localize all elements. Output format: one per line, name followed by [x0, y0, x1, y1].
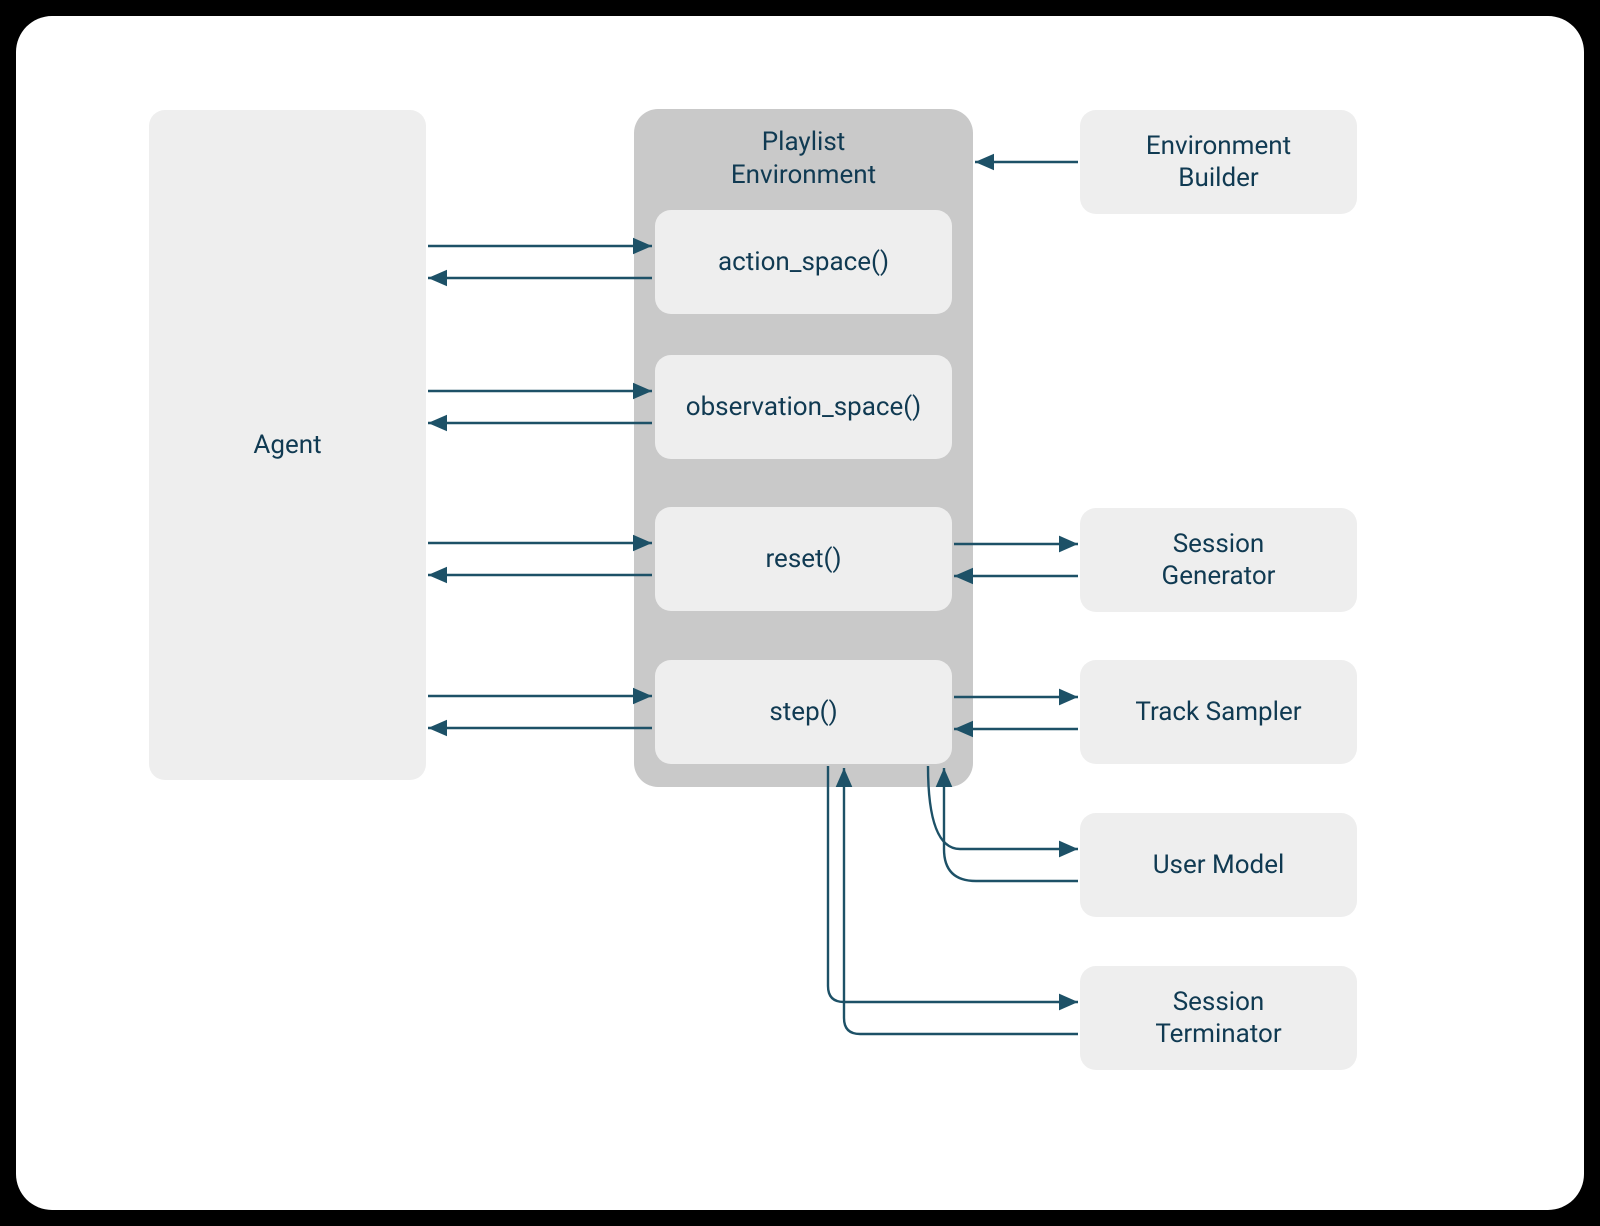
node-step-label: step(): [769, 696, 837, 729]
node-step: step(): [655, 660, 952, 764]
diagram-canvas: Agent Playlist Environment action_space(…: [16, 16, 1584, 1210]
node-agent: Agent: [149, 110, 426, 780]
diagram-card: Agent Playlist Environment action_space(…: [16, 16, 1584, 1210]
node-track-sampler: Track Sampler: [1080, 660, 1357, 764]
node-user-model-label: User Model: [1153, 849, 1285, 882]
node-user-model: User Model: [1080, 813, 1357, 917]
node-observation-space: observation_space(): [655, 355, 952, 459]
node-session-generator-label: Session Generator: [1162, 528, 1276, 593]
node-action-space-label: action_space(): [718, 246, 889, 279]
node-session-terminator: Session Terminator: [1080, 966, 1357, 1070]
node-reset-label: reset(): [765, 543, 841, 576]
node-observation-space-label: observation_space(): [686, 391, 921, 424]
node-playlist-env-title: Playlist Environment: [634, 126, 973, 191]
node-action-space: action_space(): [655, 210, 952, 314]
edge-step-sessterm-fwd: [828, 766, 1078, 1002]
node-session-generator: Session Generator: [1080, 508, 1357, 612]
edge-step-sessterm-back: [844, 768, 1078, 1034]
node-reset: reset(): [655, 507, 952, 611]
edge-step-usermodel-back: [944, 768, 1078, 881]
node-playlist-env-label: Playlist Environment: [731, 126, 876, 191]
node-track-sampler-label: Track Sampler: [1135, 696, 1301, 729]
node-agent-label: Agent: [253, 429, 321, 462]
node-environment-builder: Environment Builder: [1080, 110, 1357, 214]
node-environment-builder-label: Environment Builder: [1146, 130, 1291, 195]
node-session-terminator-label: Session Terminator: [1155, 986, 1281, 1051]
